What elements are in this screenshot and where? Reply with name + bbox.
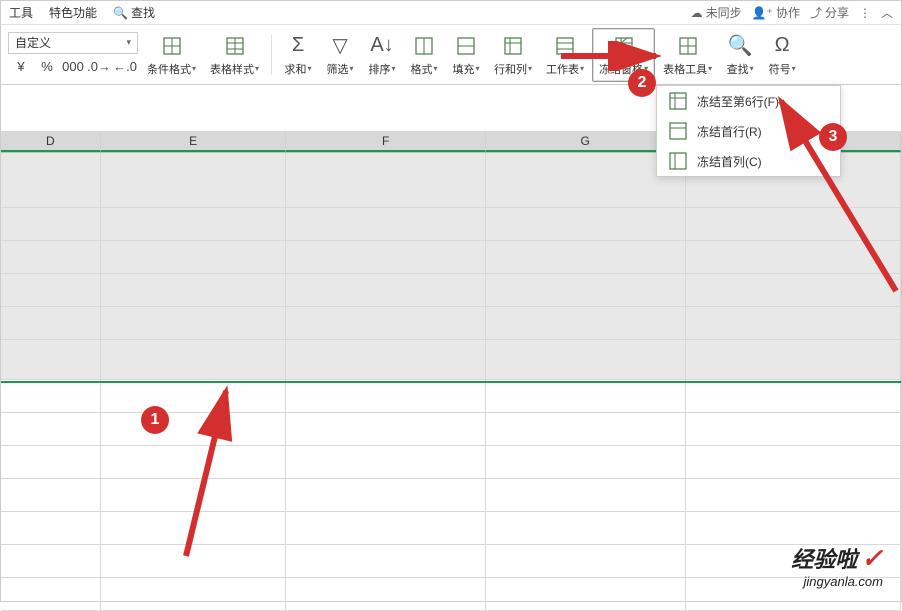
watermark: 经验啦✓ jingyanla.com xyxy=(791,542,883,589)
sigma-icon: Σ xyxy=(285,33,311,59)
row-col-icon xyxy=(500,33,526,59)
top-menu-bar: 工具 特色功能 🔍 查找 ☁ 未同步 👤⁺ 协作 ⤴ 分享 ⋮ ︿ xyxy=(1,1,901,25)
funnel-icon: ▽ xyxy=(327,33,353,59)
col-header-e[interactable]: E xyxy=(101,131,287,152)
fill-button[interactable]: 填充▾ xyxy=(446,28,486,82)
cloud-icon: ☁ xyxy=(691,6,703,20)
annotation-arrow-1 xyxy=(171,381,251,561)
annotation-arrow-2 xyxy=(561,41,671,71)
filter-button[interactable]: ▽ 筛选▾ xyxy=(320,28,360,82)
col-header-f[interactable]: F xyxy=(286,131,486,152)
freeze-row-icon xyxy=(669,122,687,140)
cond-format-button[interactable]: 条件格式▾ xyxy=(141,28,202,82)
grid-row[interactable] xyxy=(1,479,901,512)
annotation-badge-3: 3 xyxy=(819,123,847,151)
chevron-down-icon: ▾ xyxy=(126,37,131,48)
style-combo[interactable]: 自定义 ▾ xyxy=(8,32,138,54)
grid-row[interactable] xyxy=(1,241,901,274)
format-button[interactable]: 格式▾ xyxy=(404,28,444,82)
freeze-col-icon xyxy=(669,152,687,170)
annotation-badge-2: 2 xyxy=(628,69,656,97)
search-icon: 🔍 xyxy=(113,6,128,20)
grid-row[interactable] xyxy=(1,274,901,307)
table-style-button[interactable]: 表格样式▾ xyxy=(204,28,265,82)
col-header-d[interactable]: D xyxy=(1,131,101,152)
grid-row[interactable] xyxy=(1,512,901,545)
omega-icon: Ω xyxy=(769,33,795,59)
grid-row[interactable] xyxy=(1,380,901,413)
sum-button[interactable]: Σ 求和▾ xyxy=(278,28,318,82)
decimal-inc-icon[interactable]: .0→ xyxy=(89,58,109,76)
sort-icon: A↓ xyxy=(369,33,395,59)
grid-row[interactable] xyxy=(1,446,901,479)
thousands-icon[interactable]: 000 xyxy=(63,58,83,76)
sync-status[interactable]: ☁ 未同步 xyxy=(691,4,742,21)
collapse-icon[interactable]: ︿ xyxy=(881,4,893,21)
grid-body[interactable] xyxy=(1,153,901,611)
freeze-icon xyxy=(669,92,687,110)
tools-icon xyxy=(675,33,701,59)
percent-icon[interactable]: % xyxy=(37,58,57,76)
menu-tools[interactable]: 工具 xyxy=(9,4,33,21)
fill-icon xyxy=(453,33,479,59)
freeze-line xyxy=(1,381,901,383)
grid-row[interactable] xyxy=(1,545,901,578)
search-link[interactable]: 🔍 查找 xyxy=(113,4,155,21)
table-icon xyxy=(222,33,248,59)
grid-row[interactable] xyxy=(1,340,901,380)
grid-icon xyxy=(159,33,185,59)
share-icon: ⤴ xyxy=(810,4,822,21)
find-button[interactable]: 🔍 查找▾ xyxy=(720,28,760,82)
ribbon-toolbar: 自定义 ▾ ¥ % 000 .0→ ←.0 条件格式▾ 表格样式▾ Σ 求和▾ … xyxy=(1,25,901,85)
grid-row[interactable] xyxy=(1,208,901,241)
decimal-dec-icon[interactable]: ←.0 xyxy=(115,58,135,76)
user-plus-icon: 👤⁺ xyxy=(752,6,773,20)
currency-icon[interactable]: ¥ xyxy=(11,58,31,76)
symbol-button[interactable]: Ω 符号▾ xyxy=(762,28,802,82)
grid-row[interactable] xyxy=(1,307,901,340)
spreadsheet-area: D E F G H xyxy=(1,131,901,601)
share-button[interactable]: ⤴ 分享 xyxy=(810,4,849,21)
check-icon: ✓ xyxy=(861,543,883,573)
menu-special[interactable]: 特色功能 xyxy=(49,4,97,21)
cells-icon xyxy=(411,33,437,59)
annotation-badge-1: 1 xyxy=(141,406,169,434)
sort-button[interactable]: A↓ 排序▾ xyxy=(362,28,402,82)
grid-row[interactable] xyxy=(1,413,901,446)
more-icon[interactable]: ⋮ xyxy=(859,6,871,20)
grid-row[interactable] xyxy=(1,578,901,611)
row-col-button[interactable]: 行和列▾ xyxy=(488,28,538,82)
magnifier-icon: 🔍 xyxy=(727,33,753,59)
collab-button[interactable]: 👤⁺ 协作 xyxy=(752,4,800,21)
